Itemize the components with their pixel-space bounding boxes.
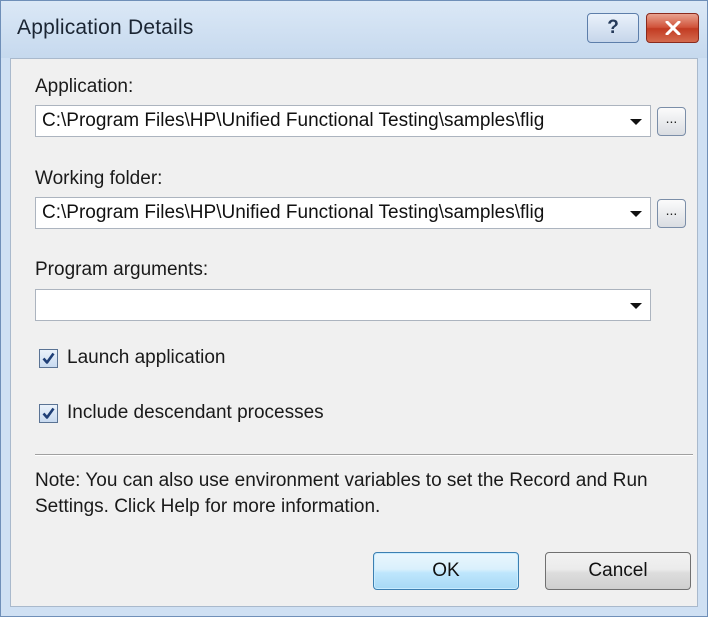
checkmark-icon xyxy=(42,407,55,419)
title-bar[interactable]: Application Details ? xyxy=(1,1,707,58)
program-arguments-label: Program arguments: xyxy=(35,259,209,280)
launch-application-label[interactable]: Launch application xyxy=(67,347,225,369)
close-icon xyxy=(665,21,680,35)
program-arguments-combobox[interactable] xyxy=(35,289,651,321)
include-descendants-checkbox[interactable] xyxy=(39,404,58,423)
working-folder-browse-button[interactable]: ... xyxy=(657,199,686,228)
dropdown-arrow-icon[interactable] xyxy=(630,119,642,125)
dialog-body: Application: C:\Program Files\HP\Unified… xyxy=(10,58,698,607)
application-value: C:\Program Files\HP\Unified Functional T… xyxy=(42,110,545,131)
dialog-title: Application Details xyxy=(17,16,194,39)
help-button[interactable]: ? xyxy=(587,13,639,43)
include-descendants-label[interactable]: Include descendant processes xyxy=(67,402,324,424)
application-label: Application: xyxy=(35,76,134,97)
help-note: Note: You can also use environment varia… xyxy=(35,470,648,517)
separator xyxy=(35,454,693,456)
working-folder-label: Working folder: xyxy=(35,168,163,189)
ok-button[interactable]: OK xyxy=(373,552,519,590)
launch-application-checkbox[interactable] xyxy=(39,349,58,368)
application-browse-button[interactable]: ... xyxy=(657,107,686,136)
dropdown-arrow-icon[interactable] xyxy=(630,303,642,309)
application-details-dialog: Application Details ? Application: C:\Pr… xyxy=(0,0,708,617)
working-folder-combobox[interactable]: C:\Program Files\HP\Unified Functional T… xyxy=(35,197,651,229)
checkmark-icon xyxy=(42,352,55,364)
application-combobox[interactable]: C:\Program Files\HP\Unified Functional T… xyxy=(35,105,651,137)
close-button[interactable] xyxy=(646,13,699,43)
cancel-button[interactable]: Cancel xyxy=(545,552,691,590)
working-folder-value: C:\Program Files\HP\Unified Functional T… xyxy=(42,202,545,223)
dropdown-arrow-icon[interactable] xyxy=(630,211,642,217)
help-icon: ? xyxy=(607,17,619,38)
